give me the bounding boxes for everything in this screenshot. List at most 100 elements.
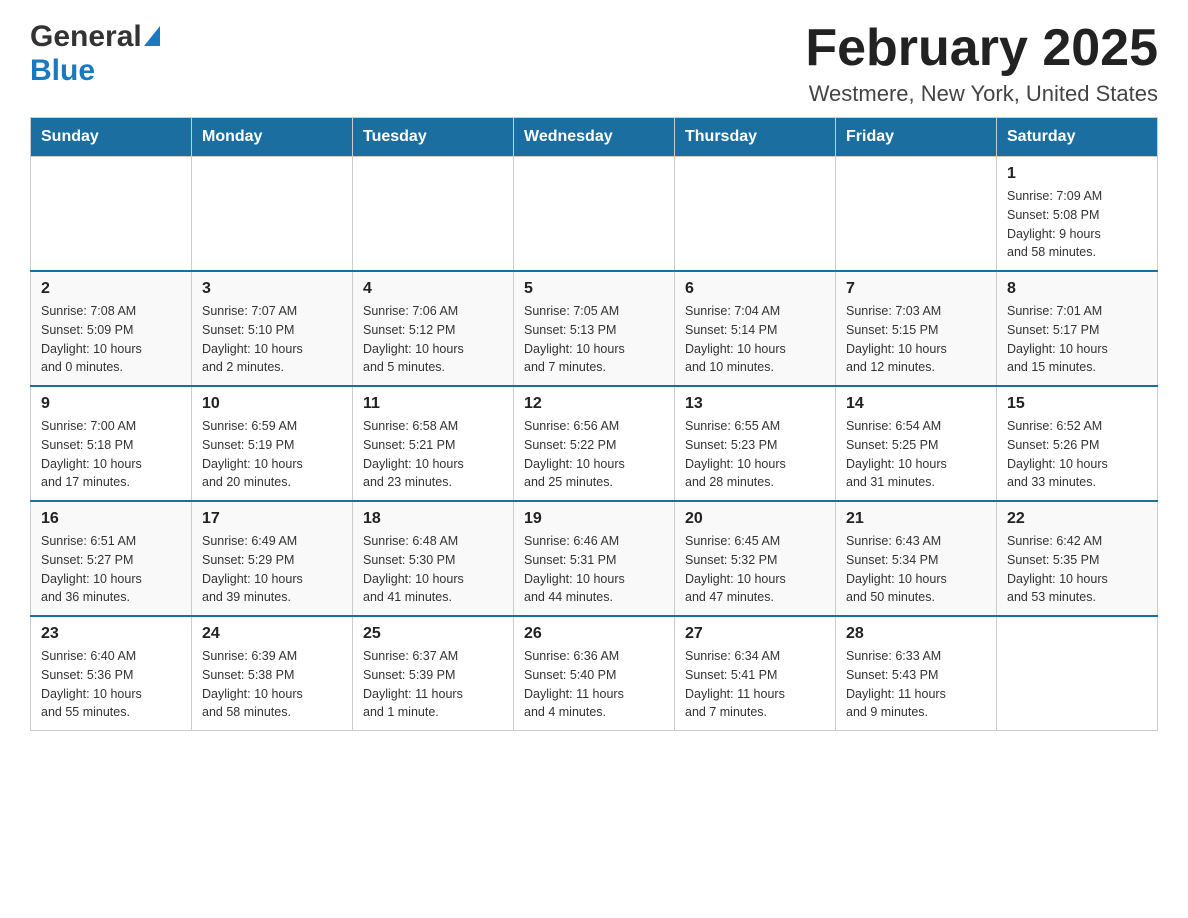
day-info: Sunrise: 7:03 AM Sunset: 5:15 PM Dayligh…: [846, 302, 986, 377]
calendar-day-cell: 22 Sunrise: 6:42 AM Sunset: 5:35 PM Dayli…: [997, 501, 1158, 616]
calendar-day-cell: [997, 616, 1158, 731]
day-number: 27: [685, 625, 825, 643]
day-header-sunday: Sunday: [31, 118, 192, 157]
day-number: 16: [41, 510, 181, 528]
day-number: 19: [524, 510, 664, 528]
day-header-thursday: Thursday: [675, 118, 836, 157]
logo-arrow-icon: [144, 26, 160, 46]
day-number: 20: [685, 510, 825, 528]
day-info: Sunrise: 6:49 AM Sunset: 5:29 PM Dayligh…: [202, 532, 342, 607]
calendar-day-cell: 7 Sunrise: 7:03 AM Sunset: 5:15 PM Daylig…: [836, 271, 997, 386]
page-header: General Blue February 2025 Westmere, New…: [30, 20, 1158, 107]
calendar-day-cell: 6 Sunrise: 7:04 AM Sunset: 5:14 PM Daylig…: [675, 271, 836, 386]
calendar-day-cell: 20 Sunrise: 6:45 AM Sunset: 5:32 PM Dayli…: [675, 501, 836, 616]
day-number: 18: [363, 510, 503, 528]
calendar-day-cell: 27 Sunrise: 6:34 AM Sunset: 5:41 PM Dayli…: [675, 616, 836, 731]
logo-blue-text: Blue: [30, 54, 95, 87]
day-info: Sunrise: 7:05 AM Sunset: 5:13 PM Dayligh…: [524, 302, 664, 377]
calendar-week-row: 23 Sunrise: 6:40 AM Sunset: 5:36 PM Dayli…: [31, 616, 1158, 731]
day-info: Sunrise: 6:37 AM Sunset: 5:39 PM Dayligh…: [363, 647, 503, 722]
calendar-day-cell: 11Sunrise: 6:58 AM Sunset: 5:21 PM Dayli…: [353, 386, 514, 501]
calendar-day-cell: 13 Sunrise: 6:55 AM Sunset: 5:23 PM Dayli…: [675, 386, 836, 501]
calendar-day-cell: 15Sunrise: 6:52 AM Sunset: 5:26 PM Dayli…: [997, 386, 1158, 501]
calendar-week-row: 2 Sunrise: 7:08 AM Sunset: 5:09 PM Daylig…: [31, 271, 1158, 386]
day-header-tuesday: Tuesday: [353, 118, 514, 157]
calendar-day-cell: [353, 157, 514, 272]
day-info: Sunrise: 7:01 AM Sunset: 5:17 PM Dayligh…: [1007, 302, 1147, 377]
day-info: Sunrise: 7:09 AM Sunset: 5:08 PM Dayligh…: [1007, 187, 1147, 262]
day-info: Sunrise: 6:40 AM Sunset: 5:36 PM Dayligh…: [41, 647, 181, 722]
logo: General Blue: [30, 20, 160, 88]
day-number: 13: [685, 395, 825, 413]
day-info: Sunrise: 6:34 AM Sunset: 5:41 PM Dayligh…: [685, 647, 825, 722]
calendar-day-cell: 17 Sunrise: 6:49 AM Sunset: 5:29 PM Dayli…: [192, 501, 353, 616]
calendar-day-cell: [514, 157, 675, 272]
day-number: 4: [363, 280, 503, 298]
day-number: 5: [524, 280, 664, 298]
day-info: Sunrise: 6:55 AM Sunset: 5:23 PM Dayligh…: [685, 417, 825, 492]
day-info: Sunrise: 6:48 AM Sunset: 5:30 PM Dayligh…: [363, 532, 503, 607]
day-number: 9: [41, 395, 181, 413]
day-number: 1: [1007, 165, 1147, 183]
day-number: 6: [685, 280, 825, 298]
title-section: February 2025 Westmere, New York, United…: [805, 20, 1158, 107]
calendar-day-cell: 25 Sunrise: 6:37 AM Sunset: 5:39 PM Dayli…: [353, 616, 514, 731]
day-header-friday: Friday: [836, 118, 997, 157]
day-info: Sunrise: 6:46 AM Sunset: 5:31 PM Dayligh…: [524, 532, 664, 607]
day-info: Sunrise: 6:39 AM Sunset: 5:38 PM Dayligh…: [202, 647, 342, 722]
day-number: 23: [41, 625, 181, 643]
calendar-table: SundayMondayTuesdayWednesdayThursdayFrid…: [30, 117, 1158, 731]
calendar-header-row: SundayMondayTuesdayWednesdayThursdayFrid…: [31, 118, 1158, 157]
calendar-day-cell: 16 Sunrise: 6:51 AM Sunset: 5:27 PM Dayli…: [31, 501, 192, 616]
calendar-day-cell: 10 Sunrise: 6:59 AM Sunset: 5:19 PM Dayli…: [192, 386, 353, 501]
day-info: Sunrise: 6:42 AM Sunset: 5:35 PM Dayligh…: [1007, 532, 1147, 607]
calendar-day-cell: 26Sunrise: 6:36 AM Sunset: 5:40 PM Dayli…: [514, 616, 675, 731]
day-number: 8: [1007, 280, 1147, 298]
day-number: 26: [524, 625, 664, 643]
day-info: Sunrise: 6:59 AM Sunset: 5:19 PM Dayligh…: [202, 417, 342, 492]
day-info: Sunrise: 6:33 AM Sunset: 5:43 PM Dayligh…: [846, 647, 986, 722]
day-number: 14: [846, 395, 986, 413]
calendar-day-cell: 8 Sunrise: 7:01 AM Sunset: 5:17 PM Daylig…: [997, 271, 1158, 386]
day-info: Sunrise: 6:51 AM Sunset: 5:27 PM Dayligh…: [41, 532, 181, 607]
calendar-day-cell: [192, 157, 353, 272]
calendar-day-cell: 5 Sunrise: 7:05 AM Sunset: 5:13 PM Daylig…: [514, 271, 675, 386]
calendar-day-cell: 21 Sunrise: 6:43 AM Sunset: 5:34 PM Dayli…: [836, 501, 997, 616]
calendar-day-cell: 23 Sunrise: 6:40 AM Sunset: 5:36 PM Dayli…: [31, 616, 192, 731]
day-number: 25: [363, 625, 503, 643]
day-header-wednesday: Wednesday: [514, 118, 675, 157]
day-info: Sunrise: 7:08 AM Sunset: 5:09 PM Dayligh…: [41, 302, 181, 377]
day-number: 22: [1007, 510, 1147, 528]
day-info: Sunrise: 6:45 AM Sunset: 5:32 PM Dayligh…: [685, 532, 825, 607]
calendar-day-cell: [836, 157, 997, 272]
calendar-day-cell: [31, 157, 192, 272]
calendar-day-cell: 1 Sunrise: 7:09 AM Sunset: 5:08 PM Daylig…: [997, 157, 1158, 272]
calendar-day-cell: 28Sunrise: 6:33 AM Sunset: 5:43 PM Dayli…: [836, 616, 997, 731]
day-number: 21: [846, 510, 986, 528]
calendar-day-cell: 12Sunrise: 6:56 AM Sunset: 5:22 PM Dayli…: [514, 386, 675, 501]
day-info: Sunrise: 6:54 AM Sunset: 5:25 PM Dayligh…: [846, 417, 986, 492]
calendar-day-cell: 3Sunrise: 7:07 AM Sunset: 5:10 PM Daylig…: [192, 271, 353, 386]
day-number: 7: [846, 280, 986, 298]
day-number: 2: [41, 280, 181, 298]
day-number: 12: [524, 395, 664, 413]
day-info: Sunrise: 7:00 AM Sunset: 5:18 PM Dayligh…: [41, 417, 181, 492]
calendar-day-cell: [675, 157, 836, 272]
day-number: 15: [1007, 395, 1147, 413]
calendar-day-cell: 9 Sunrise: 7:00 AM Sunset: 5:18 PM Daylig…: [31, 386, 192, 501]
calendar-day-cell: 18 Sunrise: 6:48 AM Sunset: 5:30 PM Dayli…: [353, 501, 514, 616]
day-number: 17: [202, 510, 342, 528]
calendar-week-row: 9 Sunrise: 7:00 AM Sunset: 5:18 PM Daylig…: [31, 386, 1158, 501]
day-info: Sunrise: 7:04 AM Sunset: 5:14 PM Dayligh…: [685, 302, 825, 377]
day-number: 3: [202, 280, 342, 298]
logo-general-text: General: [30, 20, 142, 54]
day-info: Sunrise: 7:06 AM Sunset: 5:12 PM Dayligh…: [363, 302, 503, 377]
month-title: February 2025: [805, 20, 1158, 77]
day-header-monday: Monday: [192, 118, 353, 157]
day-number: 11: [363, 395, 503, 413]
calendar-week-row: 16 Sunrise: 6:51 AM Sunset: 5:27 PM Dayli…: [31, 501, 1158, 616]
day-number: 10: [202, 395, 342, 413]
calendar-day-cell: 2 Sunrise: 7:08 AM Sunset: 5:09 PM Daylig…: [31, 271, 192, 386]
calendar-day-cell: 14 Sunrise: 6:54 AM Sunset: 5:25 PM Dayli…: [836, 386, 997, 501]
day-info: Sunrise: 6:43 AM Sunset: 5:34 PM Dayligh…: [846, 532, 986, 607]
